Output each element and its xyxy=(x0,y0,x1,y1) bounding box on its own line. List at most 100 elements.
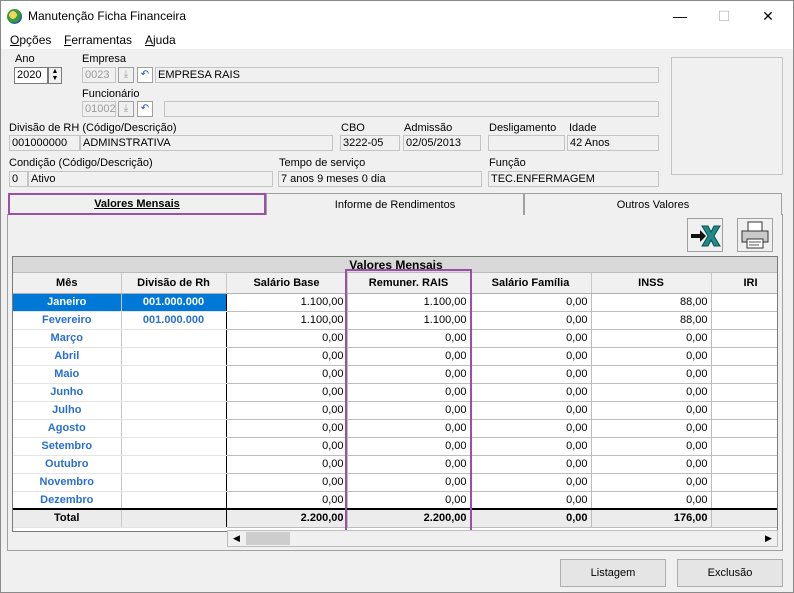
cell-familia[interactable]: 0,00 xyxy=(469,490,592,510)
cell-familia[interactable]: 0,00 xyxy=(469,436,592,456)
cell-inss[interactable]: 0,00 xyxy=(590,328,712,348)
cell-inss[interactable]: 88,00 xyxy=(590,292,712,312)
cell-inss[interactable]: 0,00 xyxy=(590,454,712,474)
cell-inss[interactable]: 0,00 xyxy=(590,346,712,366)
col-header-irrf[interactable]: IRI xyxy=(711,273,777,294)
cell-salario[interactable]: 0,00 xyxy=(225,454,348,474)
cell-inss[interactable]: 0,00 xyxy=(590,400,712,420)
cell-irrf[interactable] xyxy=(710,364,777,384)
cell-familia[interactable]: 0,00 xyxy=(469,364,592,384)
cell-irrf[interactable] xyxy=(710,346,777,366)
empresa-undo-icon[interactable]: ↶ xyxy=(137,67,153,83)
cell-familia[interactable]: 0,00 xyxy=(469,346,592,366)
cell-rais[interactable]: 0,00 xyxy=(346,418,471,438)
cell-irrf[interactable] xyxy=(710,436,777,456)
cell-mes[interactable]: Janeiro xyxy=(13,293,122,312)
empresa-code-field[interactable]: 0023 xyxy=(82,67,116,83)
horizontal-scrollbar[interactable]: ◀ ▶ xyxy=(227,530,778,547)
maximize-button[interactable]: ☐ xyxy=(701,1,747,31)
cell-mes[interactable]: Agosto xyxy=(13,419,122,438)
cell-inss[interactable]: 0,00 xyxy=(590,418,712,438)
minimize-button[interactable]: — xyxy=(657,1,703,31)
valores-mensais-grid[interactable]: Valores Mensais Mês Divisão de Rh Salári… xyxy=(12,256,778,532)
cell-divisao[interactable] xyxy=(121,329,227,348)
cell-divisao[interactable] xyxy=(121,347,227,366)
listagem-button[interactable]: Listagem xyxy=(560,559,666,587)
table-row[interactable]: Março 0,00 0,00 0,00 0,00 xyxy=(13,328,777,348)
cell-irrf[interactable] xyxy=(710,400,777,420)
cell-salario[interactable]: 0,00 xyxy=(225,400,348,420)
table-row[interactable]: Fevereiro 001.000.000 1.100,00 1.100,00 0,00… xyxy=(13,310,777,330)
cell-mes[interactable]: Março xyxy=(13,329,122,348)
col-header-remuner-rais[interactable]: Remuner. RAIS xyxy=(347,273,471,294)
scroll-right-icon[interactable]: ▶ xyxy=(760,531,777,546)
cell-familia[interactable]: 0,00 xyxy=(469,310,592,330)
print-button[interactable] xyxy=(737,218,773,252)
cell-salario[interactable]: 0,00 xyxy=(225,364,348,384)
table-row[interactable]: Janeiro 001.000.000 1.100,00 1.100,00 0,00 88… xyxy=(13,292,777,312)
table-row[interactable]: Outubro 0,00 0,00 0,00 0,00 xyxy=(13,454,777,474)
cell-inss[interactable]: 0,00 xyxy=(590,490,712,510)
funcionario-code-field[interactable]: 01002 xyxy=(82,101,116,117)
table-row[interactable]: Maio 0,00 0,00 0,00 0,00 xyxy=(13,364,777,384)
cell-salario[interactable]: 0,00 xyxy=(225,328,348,348)
cell-familia[interactable]: 0,00 xyxy=(469,382,592,402)
cell-rais[interactable]: 0,00 xyxy=(346,328,471,348)
cell-salario[interactable]: 0,00 xyxy=(225,436,348,456)
col-header-salario-base[interactable]: Salário Base xyxy=(226,273,348,294)
cell-rais[interactable]: 0,00 xyxy=(346,454,471,474)
table-row[interactable]: Junho 0,00 0,00 0,00 0,00 xyxy=(13,382,777,402)
cell-inss[interactable]: 0,00 xyxy=(590,436,712,456)
cell-divisao[interactable] xyxy=(121,419,227,438)
table-row[interactable]: Julho 0,00 0,00 0,00 0,00 xyxy=(13,400,777,420)
cell-irrf[interactable] xyxy=(710,382,777,402)
col-header-salario-familia[interactable]: Salário Família xyxy=(470,273,592,294)
cell-irrf[interactable] xyxy=(710,292,777,312)
cell-irrf[interactable] xyxy=(710,454,777,474)
cell-mes[interactable]: Junho xyxy=(13,383,122,402)
col-header-inss[interactable]: INSS xyxy=(591,273,712,294)
table-row[interactable]: Dezembro 0,00 0,00 0,00 0,00 xyxy=(13,490,777,510)
cell-salario[interactable]: 1.100,00 xyxy=(225,310,348,330)
cell-divisao[interactable] xyxy=(121,455,227,474)
cell-divisao[interactable] xyxy=(121,401,227,420)
cell-mes[interactable]: Maio xyxy=(13,365,122,384)
cell-divisao[interactable] xyxy=(121,473,227,492)
cell-divisao[interactable] xyxy=(121,437,227,456)
cell-salario[interactable]: 1.100,00 xyxy=(225,292,348,312)
close-button[interactable]: ✕ xyxy=(745,1,791,31)
cell-inss[interactable]: 0,00 xyxy=(590,382,712,402)
cell-irrf[interactable] xyxy=(710,472,777,492)
tab-valores-mensais[interactable]: Valores Mensais xyxy=(8,193,266,215)
menu-ajuda[interactable]: Ajuda xyxy=(145,33,176,47)
cell-mes[interactable]: Outubro xyxy=(13,455,122,474)
cell-divisao[interactable]: 001.000.000 xyxy=(121,293,227,312)
tab-informe-rendimentos[interactable]: Informe de Rendimentos xyxy=(266,193,524,215)
cell-inss[interactable]: 0,00 xyxy=(590,364,712,384)
cell-irrf[interactable] xyxy=(710,418,777,438)
cell-salario[interactable]: 0,00 xyxy=(225,346,348,366)
col-header-mes[interactable]: Mês xyxy=(13,273,122,294)
cell-familia[interactable]: 0,00 xyxy=(469,400,592,420)
empresa-download-icon[interactable]: ⤓ xyxy=(118,67,134,83)
cell-irrf[interactable] xyxy=(710,328,777,348)
funcionario-download-icon[interactable]: ⤓ xyxy=(118,101,134,117)
cell-mes[interactable]: Novembro xyxy=(13,473,122,492)
cell-irrf[interactable] xyxy=(710,310,777,330)
cell-divisao[interactable] xyxy=(121,491,227,510)
menu-opcoes[interactable]: Opções xyxy=(10,33,51,47)
scroll-thumb[interactable] xyxy=(246,532,290,545)
cell-mes[interactable]: Julho xyxy=(13,401,122,420)
cell-divisao[interactable] xyxy=(121,365,227,384)
cell-rais[interactable]: 1.100,00 xyxy=(346,292,471,312)
cell-salario[interactable]: 0,00 xyxy=(225,490,348,510)
cell-rais[interactable]: 0,00 xyxy=(346,436,471,456)
cell-inss[interactable]: 88,00 xyxy=(590,310,712,330)
cell-rais[interactable]: 0,00 xyxy=(346,364,471,384)
cell-rais[interactable]: 0,00 xyxy=(346,490,471,510)
cell-familia[interactable]: 0,00 xyxy=(469,292,592,312)
exclusao-button[interactable]: Exclusão xyxy=(677,559,783,587)
cell-familia[interactable]: 0,00 xyxy=(469,472,592,492)
cell-salario[interactable]: 0,00 xyxy=(225,472,348,492)
table-row[interactable]: Abril 0,00 0,00 0,00 0,00 xyxy=(13,346,777,366)
